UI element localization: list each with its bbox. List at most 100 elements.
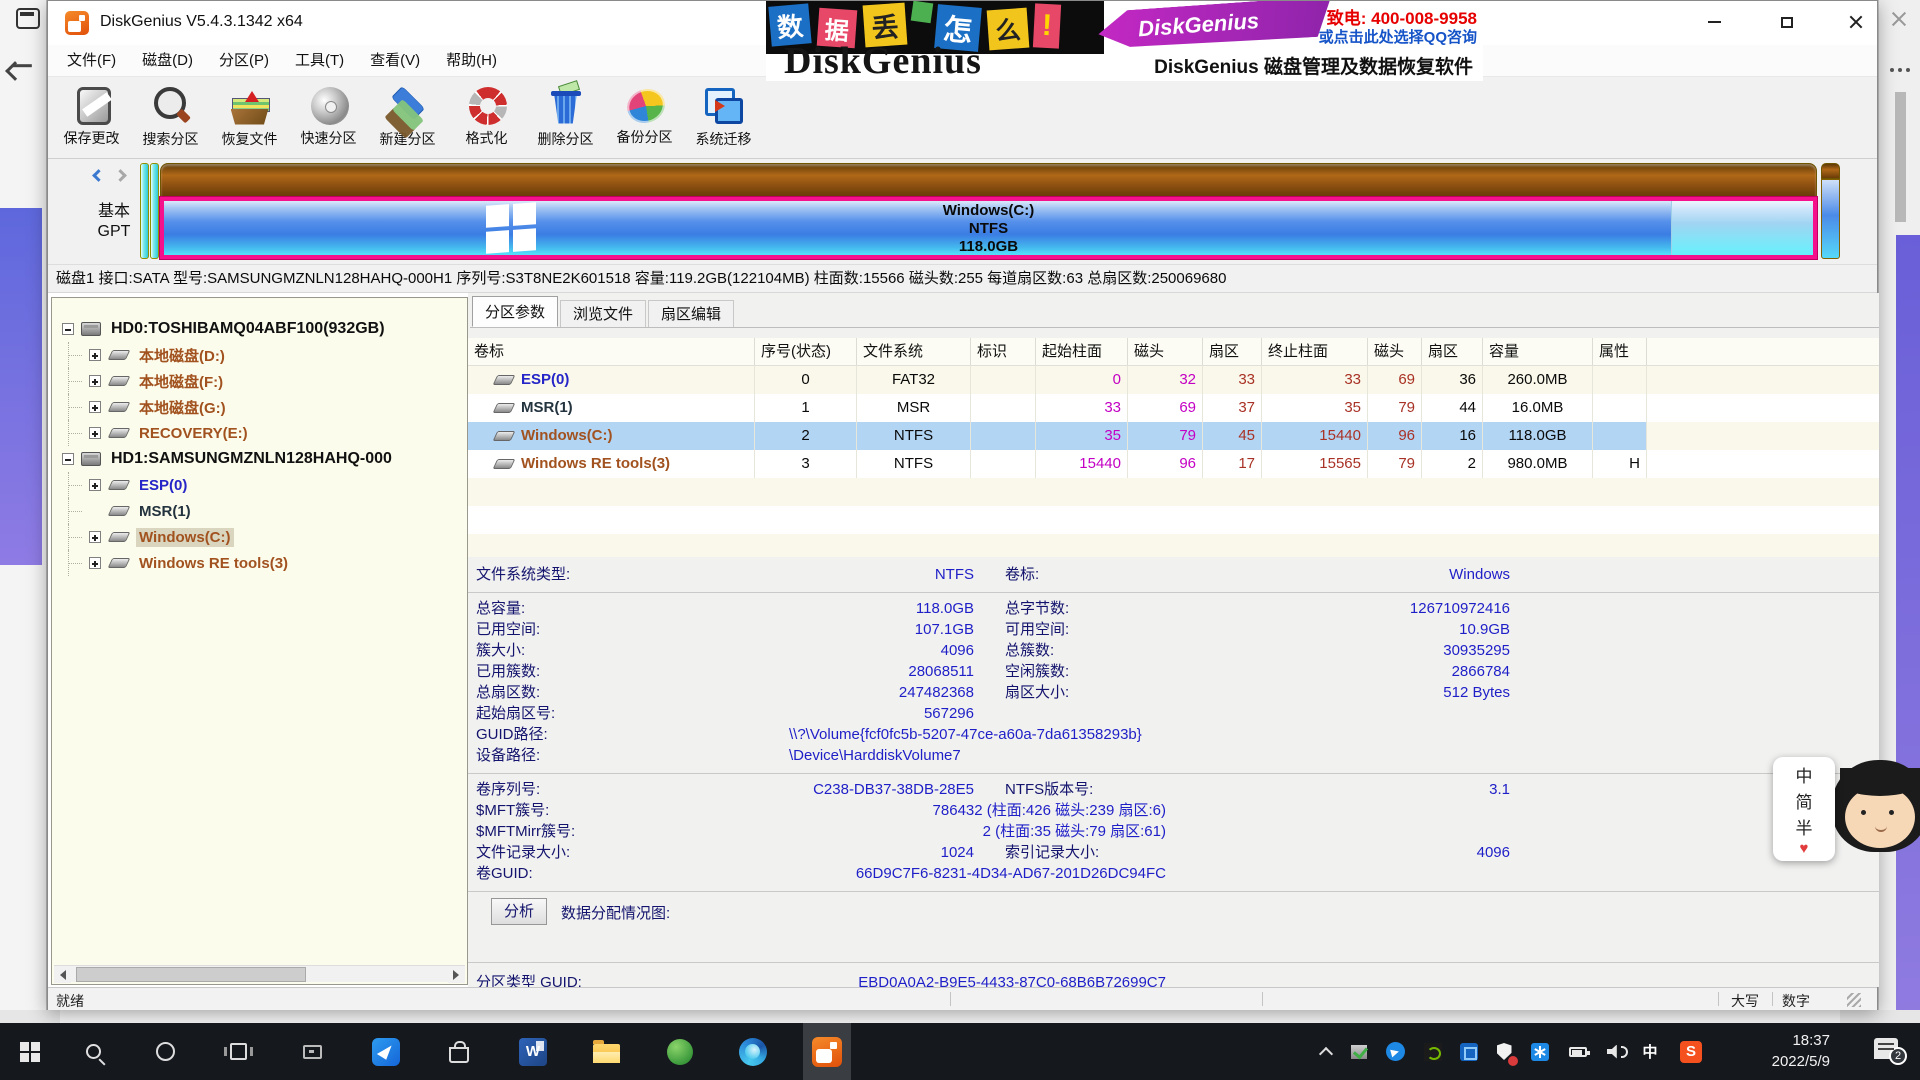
edge-icon[interactable] (729, 1023, 777, 1080)
detail-value: 4096 (1108, 843, 1510, 863)
search-icon[interactable] (69, 1023, 117, 1080)
scroll-left-button[interactable] (54, 966, 71, 983)
power-icon[interactable] (1562, 1023, 1594, 1080)
thunder-icon[interactable] (362, 1023, 410, 1080)
tab-browse-files[interactable]: 浏览文件 (560, 300, 646, 327)
toolbar-backup-partition-button[interactable]: 备份分区 (605, 77, 684, 157)
quick-partition-icon (311, 87, 349, 125)
tree-item-label: Windows RE tools(3) (136, 554, 291, 573)
volume-arc (1621, 1046, 1628, 1058)
security-shield-icon[interactable] (1488, 1023, 1520, 1080)
expand-plus-icon[interactable] (89, 349, 101, 361)
windows-c-partition-block[interactable]: Windows(C:) NTFS 118.0GB (160, 163, 1817, 259)
cortana-icon[interactable] (141, 1023, 189, 1080)
expand-minus-icon[interactable] (62, 323, 74, 335)
table-cell: 33 (1036, 394, 1128, 422)
toolbar-new-partition-button[interactable]: 新建分区 (368, 77, 447, 157)
partition-icon (108, 558, 131, 568)
toolbar-recover-files-button[interactable]: 恢复文件 (210, 77, 289, 157)
intel-graphics-icon[interactable] (1453, 1023, 1485, 1080)
toolbar-system-migration-button[interactable]: 系统迁移 (684, 77, 763, 157)
nav-left-icon[interactable] (92, 169, 105, 182)
msr-partition-block[interactable] (150, 163, 159, 259)
expand-plus-icon[interactable] (89, 375, 101, 387)
nvidia-icon[interactable] (1417, 1023, 1449, 1080)
close-button[interactable] (1833, 5, 1879, 39)
partition-body[interactable]: Windows(C:) NTFS 118.0GB (160, 197, 1817, 259)
file-explorer-icon[interactable] (582, 1023, 630, 1080)
green-app-icon[interactable] (656, 1023, 704, 1080)
column-header: 卷标 (468, 338, 755, 365)
tree-item-esp[interactable]: ESP(0) (52, 472, 467, 498)
tree-horizontal-scrollbar[interactable] (54, 965, 465, 982)
status-separator (1772, 992, 1773, 1006)
ad-qq-link[interactable]: 或点击此处选择QQ咨询 (1319, 26, 1477, 47)
toolbar-format-button[interactable]: 格式化 (447, 77, 526, 157)
expand-plus-icon[interactable] (89, 401, 101, 413)
toolbar-delete-partition-button[interactable]: 删除分区 (526, 77, 605, 157)
expand-minus-icon[interactable] (62, 453, 74, 465)
expand-plus-icon[interactable] (89, 557, 101, 569)
store-icon[interactable] (435, 1023, 483, 1080)
esp-partition-block[interactable] (140, 163, 149, 259)
tree-item-windows-re[interactable]: Windows RE tools(3) (52, 550, 467, 576)
volume-cell: Windows RE tools(3) (468, 450, 755, 478)
tree-item-local-d[interactable]: 本地磁盘(D:) (52, 342, 467, 368)
menu-disk[interactable]: 磁盘(D) (129, 45, 206, 77)
analyze-button[interactable]: 分析 (491, 898, 547, 925)
tree-item-hd0[interactable]: HD0:TOSHIBAMQ04ABF100(932GB) (52, 316, 467, 342)
menu-partition[interactable]: 分区(P) (206, 45, 282, 77)
resize-grip[interactable] (1847, 993, 1861, 1007)
sogou-icon[interactable]: S (1675, 1023, 1707, 1080)
start-icon[interactable] (6, 1023, 54, 1080)
word-icon[interactable]: W (509, 1023, 557, 1080)
snowflake-icon[interactable] (1524, 1023, 1556, 1080)
diskgenius-icon[interactable] (803, 1023, 851, 1080)
table-row-1[interactable]: MSR(1)1MSR33693735794416.0MB (468, 394, 1879, 422)
volume-icon[interactable] (1598, 1023, 1630, 1080)
scrollbar-thumb[interactable] (76, 967, 306, 982)
ime-indicator[interactable]: 中 (1634, 1023, 1666, 1080)
expand-plus-icon[interactable] (89, 427, 101, 439)
table-row-3[interactable]: Windows RE tools(3)3NTFS1544096171556579… (468, 450, 1879, 478)
update-check-icon[interactable] (1343, 1023, 1375, 1080)
ad-banner[interactable]: 数据丢怎么! DiskGenius DiskGenius 致电: 400-008… (766, 1, 1483, 81)
tree-item-recovery-e[interactable]: RECOVERY(E:) (52, 420, 467, 446)
task-view-icon[interactable] (214, 1023, 262, 1080)
detail-value: 4096 (476, 641, 974, 661)
minimize-button[interactable] (1691, 5, 1737, 39)
tab-sector-edit[interactable]: 扇区编辑 (648, 300, 734, 327)
messaging-icon[interactable] (1379, 1023, 1411, 1080)
table-row-2[interactable]: Windows(C:)2NTFS357945154409616118.0GB (468, 422, 1879, 450)
ime-popup[interactable]: 中 简 半 ♥ (1773, 757, 1835, 861)
tray-expand-icon[interactable] (1310, 1023, 1342, 1080)
pinned-app-icon[interactable] (288, 1023, 336, 1080)
menu-file[interactable]: 文件(F) (54, 45, 129, 77)
detail-row: 文件系统类型:NTFS卷标:Windows (468, 565, 1879, 586)
expand-plus-icon[interactable] (89, 531, 101, 543)
expand-plus-icon[interactable] (89, 479, 101, 491)
nav-right-icon[interactable] (114, 169, 127, 182)
tree-item-local-f[interactable]: 本地磁盘(F:) (52, 368, 467, 394)
tree-item-windows-c[interactable]: Windows(C:) (52, 524, 467, 550)
taskbar-clock[interactable]: 18:37 2022/5/9 (1772, 1030, 1830, 1072)
notification-center-icon[interactable]: 2 (1874, 1038, 1898, 1059)
toolbar-quick-partition-button[interactable]: 快速分区 (289, 77, 368, 157)
menu-help[interactable]: 帮助(H) (433, 45, 510, 77)
scroll-right-button[interactable] (448, 966, 465, 983)
tree-item-msr[interactable]: MSR(1) (52, 498, 467, 524)
tree-item-hd1[interactable]: HD1:SAMSUNGMZNLN128HAHQ-000 (52, 446, 467, 472)
tab-partition-params[interactable]: 分区参数 (472, 296, 558, 327)
menu-tools[interactable]: 工具(T) (282, 45, 357, 77)
toolbar-search-partition-button[interactable]: 搜索分区 (131, 77, 210, 157)
tree-item-label: HD0:TOSHIBAMQ04ABF100(932GB) (108, 319, 388, 339)
menu-view[interactable]: 查看(V) (357, 45, 433, 77)
tree-item-local-g[interactable]: 本地磁盘(G:) (52, 394, 467, 420)
detail-row: 总容量:118.0GB总字节数:126710972416 (468, 599, 1879, 620)
maximize-button[interactable] (1764, 5, 1810, 39)
windows-re-partition-block[interactable] (1821, 163, 1840, 259)
numlock-indicator: 数字 (1782, 991, 1810, 1011)
table-row-0[interactable]: ESP(0)0FAT3203233336936260.0MB (468, 366, 1879, 394)
detail-value: 118.0GB (476, 599, 974, 619)
toolbar-save-changes-button[interactable]: 保存更改 (52, 77, 131, 157)
